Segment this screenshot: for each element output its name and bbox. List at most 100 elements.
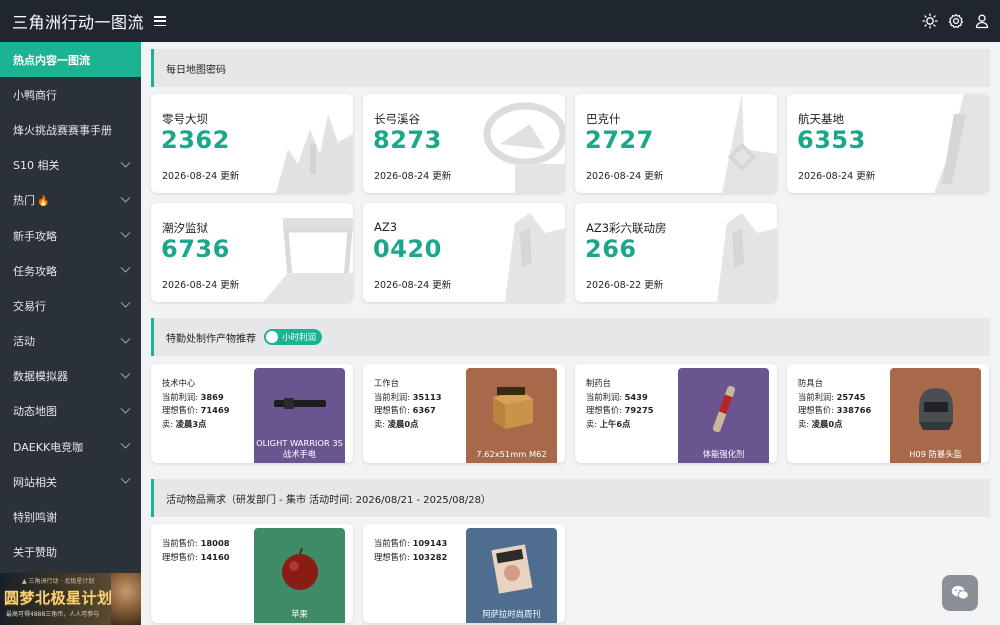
map-illustration <box>505 213 565 302</box>
app-title[interactable]: 三角洲行动一图流 <box>0 9 144 33</box>
sun-icon[interactable] <box>922 13 938 29</box>
activity-header: 活动物品需求（研发部门 - 集市 活动时间: 2026/08/21 - 2025… <box>151 479 990 517</box>
item-tile[interactable]: 苹果 <box>254 528 345 623</box>
top-icons <box>922 0 990 42</box>
map-name: 航天基地 <box>798 112 844 126</box>
map-code: 6736 <box>161 235 230 263</box>
craft-card[interactable]: 防具台 当前利润: 25745 理想售价: 338766 卖: 凌晨0点 H09 防暴头… <box>787 364 989 463</box>
item-tile[interactable]: 阿萨拉时尚周刊 <box>466 528 557 623</box>
item-image <box>254 528 345 609</box>
chevron-down-icon <box>120 227 131 238</box>
sell-time-row: 卖: 上午6点 <box>586 418 654 432</box>
menu-toggle-icon[interactable] <box>154 16 167 26</box>
map-update-date: 2026-08-24 更新 <box>798 171 876 182</box>
sidebar-item[interactable]: 热门 🔥 <box>0 183 141 218</box>
map-code-card[interactable]: 潮汐监狱 6736 2026-08-24 更新 <box>151 203 353 302</box>
sidebar-item-label: 数据模拟器 <box>13 370 68 384</box>
gear-icon[interactable] <box>948 13 964 29</box>
map-code-card[interactable]: 巴克什 2727 2026-08-24 更新 <box>575 94 777 193</box>
activity-item-card[interactable]: 当前售价: 109143 理想售价: 103282 阿萨拉时尚周刊 <box>363 524 565 623</box>
sidebar-item-label-wrap: 任务攻略 <box>13 263 57 279</box>
map-name: 零号大坝 <box>162 112 208 126</box>
chevron-down-icon <box>120 262 131 273</box>
map-illustration <box>483 102 565 193</box>
craft-info: 技术中心 当前利润: 3869 理想售价: 71469 卖: 凌晨3点 <box>162 377 230 431</box>
user-icon[interactable] <box>974 13 990 29</box>
ideal-price-row: 理想售价: 79275 <box>586 404 654 418</box>
map-name: 巴克什 <box>586 112 621 126</box>
craft-card[interactable]: 制药台 当前利润: 5439 理想售价: 79275 卖: 上午6点 体能强化剂 <box>575 364 777 463</box>
current-value: 109143 <box>412 538 448 548</box>
map-code-card[interactable]: AZ3彩六联动房 266 2026-08-22 更新 <box>575 203 777 302</box>
item-name: 阿萨拉时尚周刊 <box>482 609 541 619</box>
sidebar-item-label: 任务攻略 <box>13 264 57 278</box>
sidebar-item[interactable]: 新手攻略 <box>0 218 141 253</box>
chevron-down-icon <box>120 368 131 379</box>
sidebar-item[interactable]: 任务攻略 <box>0 253 141 288</box>
craft-card[interactable]: 工作台 当前利润: 35113 理想售价: 6367 卖: 凌晨0点 7.62x51mm… <box>363 364 565 463</box>
item-image <box>254 368 345 438</box>
craft-station: 技术中心 <box>162 378 196 388</box>
sidebar-item[interactable]: 数据模拟器 <box>0 359 141 394</box>
sidebar-item[interactable]: 网站相关 <box>0 464 141 499</box>
map-illustration <box>717 213 777 302</box>
sidebar-item[interactable]: 活动 <box>0 324 141 359</box>
sidebar-item[interactable]: 交易行 <box>0 288 141 323</box>
sidebar-item-label: 动态地图 <box>13 405 57 419</box>
sidebar-item[interactable]: 特别鸣谢 <box>0 499 141 534</box>
sidebar-item[interactable]: 关于赞助 <box>0 535 141 570</box>
sidebar-item[interactable]: 烽火挑战赛赛事手册 <box>0 112 141 147</box>
sidebar-item-label-wrap: 热门 🔥 <box>13 192 49 208</box>
ideal-label: 理想售价: <box>586 405 622 415</box>
section-title: 每日地图密码 <box>166 64 226 76</box>
item-tile[interactable]: OLIGHT WARRIOR 3S 战术手电 <box>254 368 345 463</box>
sidebar-item[interactable]: DAEKK电竞咖 <box>0 429 141 464</box>
map-update-date: 2026-08-24 更新 <box>374 280 452 291</box>
sidebar-item-label: 关于赞助 <box>13 546 57 560</box>
map-code-card[interactable]: 零号大坝 2362 2026-08-24 更新 <box>151 94 353 193</box>
sidebar-item-label-wrap: 网站相关 <box>13 474 57 490</box>
map-name: 长弓溪谷 <box>374 112 420 126</box>
wechat-icon[interactable] <box>942 575 978 611</box>
ideal-label: 理想售价: <box>162 551 198 562</box>
profit-value: 35113 <box>412 391 442 402</box>
item-tile[interactable]: 体能强化剂 <box>678 368 769 463</box>
item-name: OLIGHT WARRIOR 3S 战术手电 <box>256 438 343 459</box>
map-code-card[interactable]: 航天基地 6353 2026-08-24 更新 <box>787 94 989 193</box>
sell-label: 卖: <box>586 418 598 429</box>
craft-card[interactable]: 技术中心 当前利润: 3869 理想售价: 71469 卖: 凌晨3点 OLIGHT W… <box>151 364 353 463</box>
hourly-profit-toggle[interactable]: 小时利润 <box>264 329 323 345</box>
sidebar-item[interactable]: 动态地图 <box>0 394 141 429</box>
sidebar-item[interactable]: 小鸭商行 <box>0 77 141 112</box>
item-tile[interactable]: H09 防暴头盔 <box>890 368 981 463</box>
map-update-date: 2026-08-24 更新 <box>586 171 664 182</box>
map-name: 潮汐监狱 <box>162 221 208 235</box>
promo-banner[interactable]: ▲ 三角洲行动 · 北极星计划 圆梦北极星计划 最高可得4888三角币，人人可参… <box>0 573 141 625</box>
ideal-value: 103282 <box>412 551 448 562</box>
map-code-card[interactable]: AZ3 0420 2026-08-24 更新 <box>363 203 565 302</box>
item-tile[interactable]: 7.62x51mm M62 <box>466 368 557 463</box>
ideal-value: 79275 <box>624 405 654 415</box>
ideal-price-row: 理想售价: 6367 <box>374 404 442 418</box>
chevron-down-icon <box>120 333 131 344</box>
profit-row: 当前利润: 35113 <box>374 391 442 405</box>
sell-label: 卖: <box>162 418 174 429</box>
sidebar-item[interactable]: S10 相关 <box>0 148 141 183</box>
map-illustration <box>722 94 777 193</box>
activity-item-card[interactable]: 当前售价: 18008 理想售价: 14160 苹果 <box>151 524 353 623</box>
sidebar-item[interactable]: 热点内容一图流 <box>0 42 141 78</box>
craft-info: 防具台 当前利润: 25745 理想售价: 338766 卖: 凌晨0点 <box>798 377 871 431</box>
map-code-card[interactable]: 长弓溪谷 8273 2026-08-24 更新 <box>363 94 565 193</box>
chevron-down-icon <box>120 157 131 168</box>
ideal-price-row: 理想售价: 14160 <box>162 551 230 565</box>
profit-label: 当前利润: <box>586 391 622 402</box>
sidebar-item-label-wrap: 烽火挑战赛赛事手册 <box>13 122 112 138</box>
item-name: 苹果 <box>291 609 308 619</box>
profit-label: 当前利润: <box>798 391 834 402</box>
sidebar-item-label-wrap: 热点内容一图流 <box>13 52 90 68</box>
sidebar-item-label-wrap: 关于赞助 <box>13 544 57 560</box>
sidebar-item-label: S10 相关 <box>13 159 60 173</box>
map-illustration <box>263 218 353 302</box>
sidebar-item-label: 烽火挑战赛赛事手册 <box>13 123 112 137</box>
ideal-price-row: 理想售价: 71469 <box>162 404 230 418</box>
